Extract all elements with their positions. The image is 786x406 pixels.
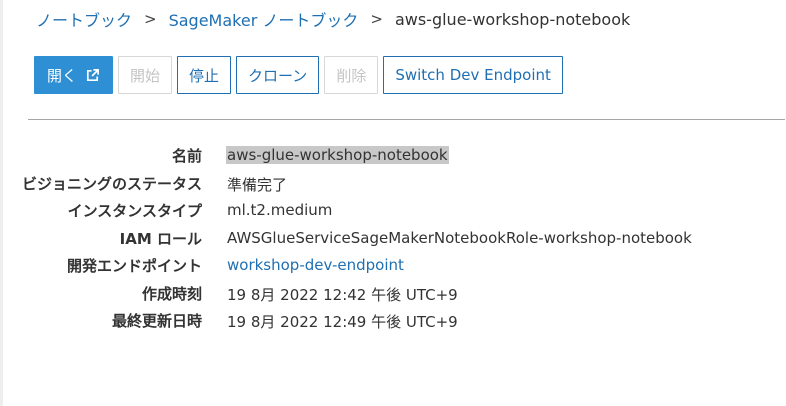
section-divider [28, 119, 785, 120]
detail-label: 名前 [171, 147, 202, 165]
open-button[interactable]: 開く [34, 56, 114, 94]
open-button-label: 開く [47, 66, 78, 85]
detail-label: 最終更新日時 [111, 312, 202, 330]
notebook-detail-page: ノートブック > SageMaker ノートブック > aws-glue-wor… [0, 0, 786, 406]
breadcrumb: ノートブック > SageMaker ノートブック > aws-glue-wor… [36, 7, 631, 31]
detail-row-last-modified: 最終更新日時 19 8月 2022 12:49 午後 UTC+9 [0, 308, 786, 336]
breadcrumb-link-sagemaker-notebooks[interactable]: SageMaker ノートブック [169, 7, 359, 31]
detail-value-created: 19 8月 2022 12:42 午後 UTC+9 [227, 285, 458, 304]
detail-label: 作成時刻 [141, 284, 202, 303]
detail-row-instance-type: インスタンスタイプ ml.t2.medium [0, 198, 786, 226]
detail-value-status: 準備完了 [227, 175, 288, 194]
detail-row-dev-endpoint: 開発エンドポイント workshop-dev-endpoint [0, 253, 786, 281]
delete-button[interactable]: 削除 [324, 56, 379, 94]
detail-value-last-modified: 19 8月 2022 12:49 午後 UTC+9 [227, 313, 458, 331]
breadcrumb-separator: > [144, 10, 157, 28]
detail-row-status: ビジョニングのステータス 準備完了 [0, 171, 786, 199]
breadcrumb-link-notebooks[interactable]: ノートブック [36, 7, 132, 31]
external-link-icon [86, 68, 99, 81]
detail-value-name: aws-glue-workshop-notebook [226, 146, 449, 164]
stop-button[interactable]: 停止 [177, 56, 232, 94]
clone-button[interactable]: クローン [236, 56, 320, 94]
notebook-details: 名前 aws-glue-workshop-notebook ビジョニングのステー… [0, 143, 786, 336]
detail-value-iam-role: AWSGlueServiceSageMakerNotebookRole-work… [227, 228, 692, 247]
detail-row-iam-role: IAM ロール AWSGlueServiceSageMakerNotebookR… [0, 226, 786, 254]
detail-row-name: 名前 aws-glue-workshop-notebook [0, 143, 786, 171]
detail-row-created: 作成時刻 19 8月 2022 12:42 午後 UTC+9 [0, 281, 786, 309]
detail-label: インスタンスタイプ [67, 202, 202, 220]
breadcrumb-separator: > [370, 10, 383, 28]
detail-value-instance-type: ml.t2.medium [227, 201, 333, 219]
detail-label: 開発エンドポイント [66, 257, 202, 275]
action-toolbar: 開く 開始 停止 クローン 削除 Switch Dev Endpoint [34, 56, 568, 94]
start-button[interactable]: 開始 [118, 56, 173, 94]
detail-label: IAM ロール [119, 229, 202, 248]
dev-endpoint-link[interactable]: workshop-dev-endpoint [227, 256, 404, 274]
breadcrumb-current: aws-glue-workshop-notebook [394, 9, 631, 29]
switch-dev-endpoint-button[interactable]: Switch Dev Endpoint [383, 56, 563, 94]
detail-label: ビジョニングのステータス [21, 174, 202, 193]
